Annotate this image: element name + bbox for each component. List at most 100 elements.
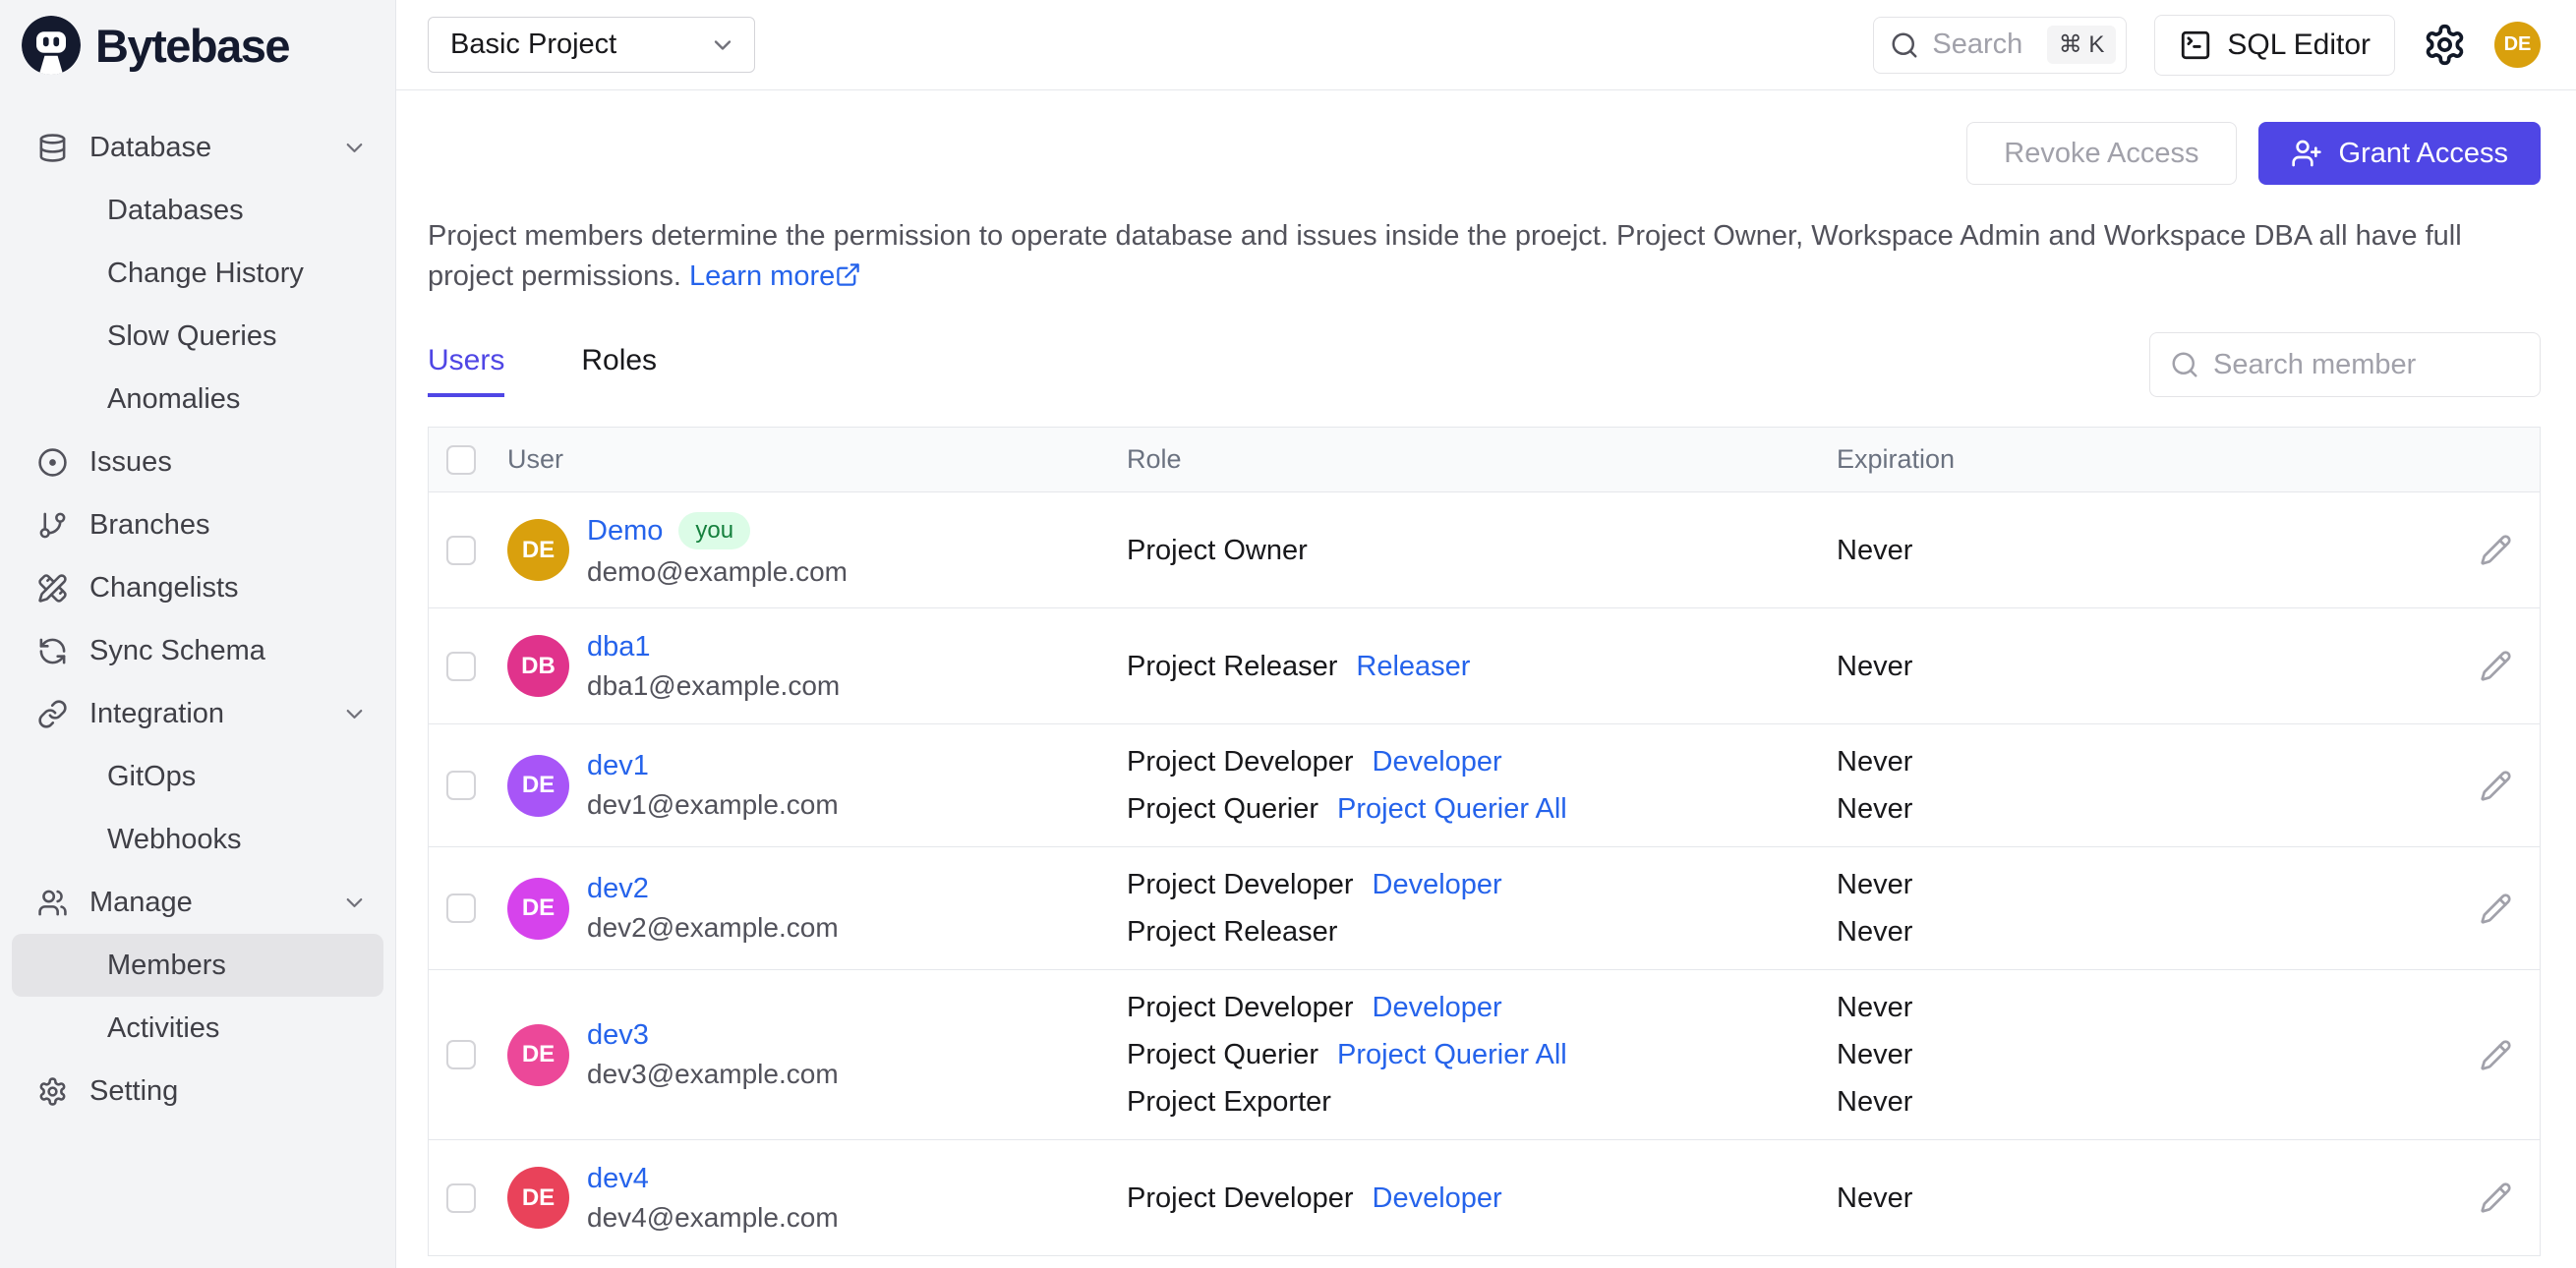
select-all-checkbox[interactable] xyxy=(446,444,476,475)
member-name-link[interactable]: dev2 xyxy=(587,873,649,905)
member-email: dev1@example.com xyxy=(587,789,839,820)
user-cell: DE dev2 dev2@example.com xyxy=(507,873,1127,944)
member-name-link[interactable]: Demo xyxy=(587,515,663,548)
member-email: dev4@example.com xyxy=(587,1201,839,1233)
member-avatar: DB xyxy=(507,635,569,697)
sidebar-item-databases[interactable]: Databases xyxy=(12,179,383,242)
grant-access-button[interactable]: Grant Access xyxy=(2257,122,2541,185)
sidebar-item-setting[interactable]: Setting xyxy=(12,1060,383,1123)
user-avatar[interactable]: DE xyxy=(2494,22,2541,68)
sidebar-item-label: Database xyxy=(89,131,212,163)
edit-member-pencil-icon[interactable] xyxy=(2480,893,2512,925)
role-name: Project Developer xyxy=(1127,1182,1354,1214)
row-checkbox[interactable] xyxy=(446,1040,476,1069)
member-name-link[interactable]: dev1 xyxy=(587,750,649,782)
settings-gear-icon[interactable] xyxy=(2423,23,2467,67)
member-name-link[interactable]: dev3 xyxy=(587,1019,649,1052)
expiration-cell: Never xyxy=(1837,527,2451,574)
sidebar-item-label: Changelists xyxy=(89,571,239,604)
sidebar-item-label: Setting xyxy=(89,1074,179,1107)
sidebar-item-activities[interactable]: Activities xyxy=(12,997,383,1060)
user-avatar-initials: DE xyxy=(2503,33,2532,55)
sidebar-item-integration[interactable]: Integration xyxy=(12,682,383,745)
topbar-right: ⌘ K SQL Editor DE xyxy=(1873,14,2541,76)
role-link[interactable]: Project Querier All xyxy=(1337,1031,1567,1078)
global-search-input[interactable] xyxy=(1932,29,2034,61)
edit-member-pencil-icon[interactable] xyxy=(2480,770,2512,802)
member-name-link[interactable]: dba1 xyxy=(587,631,651,663)
user-plus-icon xyxy=(2291,138,2322,169)
square-terminal-icon xyxy=(2179,29,2212,62)
role-cell: Project Owner xyxy=(1127,527,1837,574)
tab-roles[interactable]: Roles xyxy=(581,344,657,397)
edit-member-pencil-icon[interactable] xyxy=(2480,534,2512,566)
sidebar-item-branches[interactable]: Branches xyxy=(12,493,383,556)
sidebar-item-anomalies[interactable]: Anomalies xyxy=(12,368,383,431)
sql-editor-button[interactable]: SQL Editor xyxy=(2154,14,2395,76)
sidebar-item-members[interactable]: Members xyxy=(12,934,383,997)
tab-users[interactable]: Users xyxy=(428,344,505,397)
you-badge: you xyxy=(678,512,751,549)
chevron-down-icon xyxy=(341,701,368,727)
members-table: User Role Expiration DE Demo you demo@ex… xyxy=(428,427,2541,1256)
role-line: Project Owner xyxy=(1127,527,1837,574)
member-row: DB dba1 dba1@example.com Project Release… xyxy=(429,608,2540,724)
role-link[interactable]: Developer xyxy=(1373,861,1502,908)
member-search-box[interactable] xyxy=(2149,332,2541,397)
expiration-value: Never xyxy=(1837,1039,1913,1070)
learn-more-link[interactable]: Learn more xyxy=(689,260,861,292)
edit-member-pencil-icon[interactable] xyxy=(2480,1039,2512,1071)
member-row: DE dev3 dev3@example.com Project Develop… xyxy=(429,970,2540,1140)
role-link[interactable]: Developer xyxy=(1373,984,1502,1031)
sidebar-item-issues[interactable]: Issues xyxy=(12,431,383,493)
edit-member-pencil-icon[interactable] xyxy=(2480,1182,2512,1214)
user-cell: DB dba1 dba1@example.com xyxy=(507,631,1127,702)
role-cell: Project Developer Developer Project Querie… xyxy=(1127,738,1837,833)
column-header-role: Role xyxy=(1127,444,1182,474)
topbar: Basic Project ⌘ K SQL Editor DE xyxy=(396,0,2576,90)
edit-member-pencil-icon[interactable] xyxy=(2480,650,2512,682)
row-checkbox[interactable] xyxy=(446,893,476,923)
global-search-box[interactable]: ⌘ K xyxy=(1873,16,2128,74)
sidebar-item-changelists[interactable]: Changelists xyxy=(12,556,383,619)
member-email: demo@example.com xyxy=(587,556,848,587)
sidebar-item-gitops[interactable]: GitOps xyxy=(12,745,383,808)
sidebar-item-database[interactable]: Database xyxy=(12,116,383,179)
link-icon xyxy=(37,699,68,729)
sidebar-item-slow-queries[interactable]: Slow Queries xyxy=(12,305,383,368)
sidebar-item-manage[interactable]: Manage xyxy=(12,871,383,934)
sidebar-item-webhooks[interactable]: Webhooks xyxy=(12,808,383,871)
row-checkbox[interactable] xyxy=(446,651,476,681)
role-link[interactable]: Project Querier All xyxy=(1337,785,1567,833)
brand-wordmark: Bytebase xyxy=(95,19,291,72)
member-email: dev3@example.com xyxy=(587,1059,839,1089)
role-link[interactable]: Releaser xyxy=(1356,643,1470,690)
chevron-down-icon xyxy=(709,31,736,59)
page-actions: Revoke Access Grant Access xyxy=(428,122,2541,185)
role-link[interactable]: Developer xyxy=(1373,1175,1502,1222)
role-name: Project Querier xyxy=(1127,1039,1319,1070)
role-line: Project Releaser xyxy=(1127,908,1837,955)
row-checkbox[interactable] xyxy=(446,771,476,800)
member-search-input[interactable] xyxy=(2213,348,2528,381)
grant-access-label: Grant Access xyxy=(2338,137,2508,169)
search-shortcut-kbd: ⌘ K xyxy=(2046,26,2117,64)
member-name-link[interactable]: dev4 xyxy=(587,1163,649,1195)
role-line: Project Querier Project Querier All xyxy=(1127,785,1837,833)
expiration-cell: Never Never Never xyxy=(1837,984,2451,1125)
expiration-value: Never xyxy=(1837,534,1913,566)
expiration-value: Never xyxy=(1837,869,1913,900)
brand-logo[interactable]: Bytebase xyxy=(0,0,395,90)
search-icon xyxy=(2170,350,2199,379)
project-selector[interactable]: Basic Project xyxy=(428,17,755,73)
sidebar-item-change-history[interactable]: Change History xyxy=(12,242,383,305)
member-email: dba1@example.com xyxy=(587,669,841,701)
row-checkbox[interactable] xyxy=(446,1182,476,1213)
revoke-access-button[interactable]: Revoke Access xyxy=(1966,122,2237,185)
user-cell: DE dev3 dev3@example.com xyxy=(507,1019,1127,1090)
sidebar-item-label: Anomalies xyxy=(107,382,241,415)
sidebar-item-label: Slow Queries xyxy=(107,319,277,352)
row-checkbox[interactable] xyxy=(446,535,476,565)
sidebar-item-sync-schema[interactable]: Sync Schema xyxy=(12,619,383,682)
role-link[interactable]: Developer xyxy=(1373,738,1502,785)
